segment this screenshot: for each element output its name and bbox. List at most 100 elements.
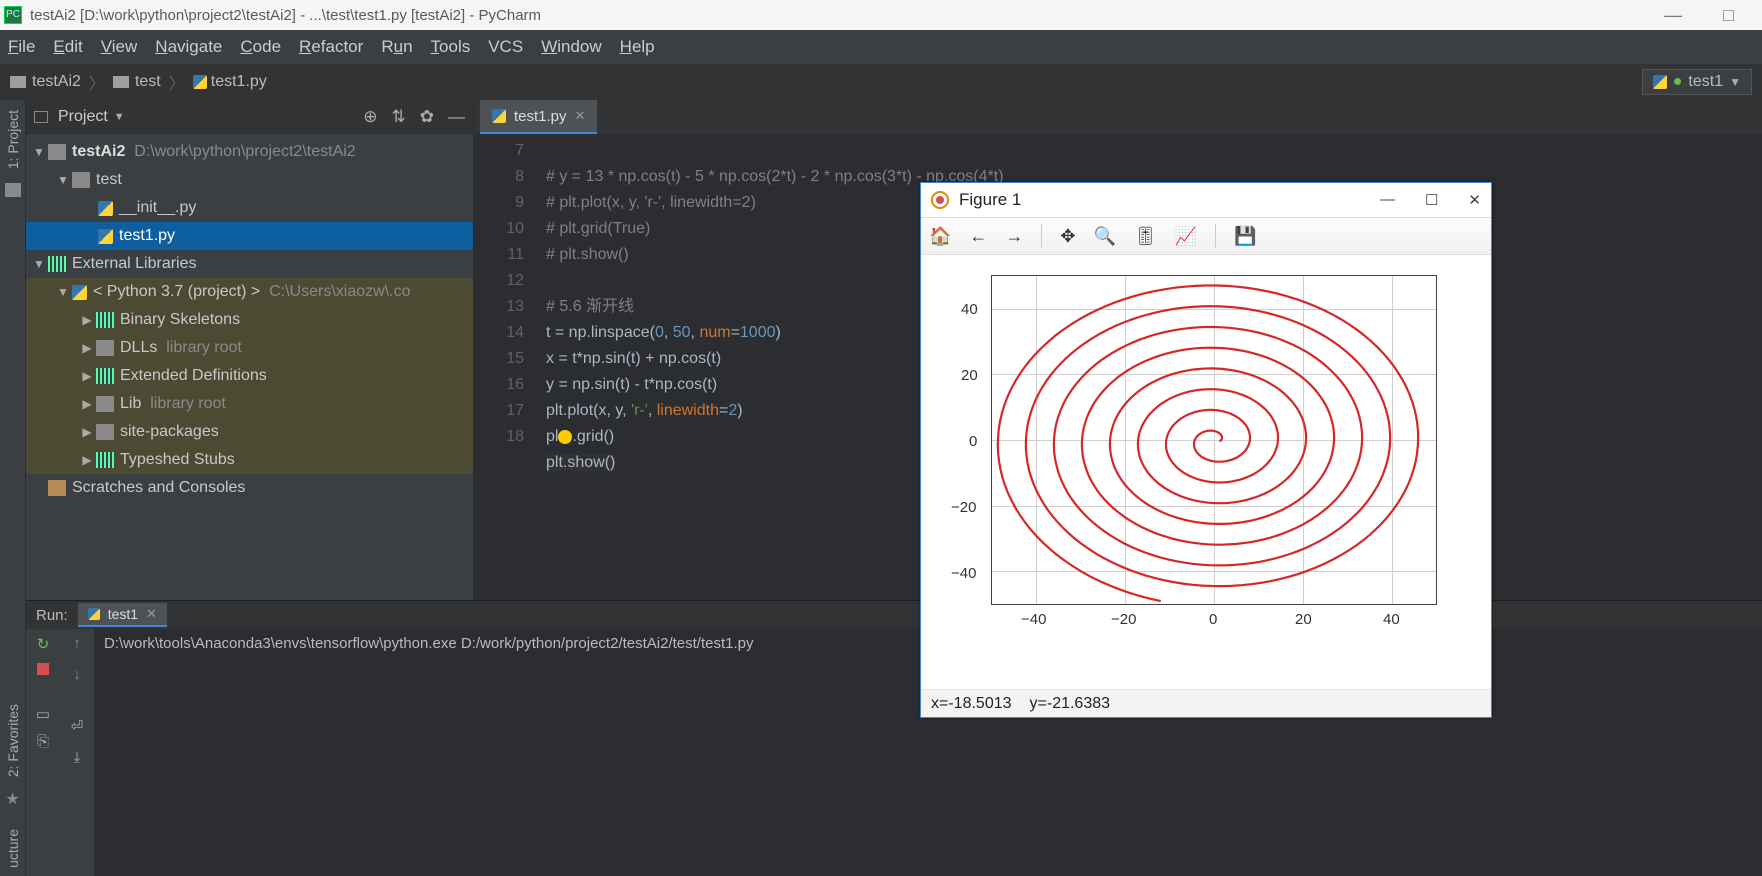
locate-icon[interactable]: ⊕ — [363, 107, 377, 127]
configure-icon[interactable]: 🎚 — [1134, 226, 1157, 247]
ytick: −40 — [951, 565, 976, 582]
chevron-down-icon: ▼ — [1729, 75, 1741, 89]
python-icon — [88, 608, 100, 620]
run-configuration-selector[interactable]: ● test1 ▼ — [1642, 69, 1752, 95]
menu-vcs[interactable]: VCS — [488, 37, 523, 57]
soft-wrap-icon[interactable]: ⏎ — [71, 717, 84, 735]
folder-icon — [113, 76, 129, 88]
menu-refactor[interactable]: Refactor — [299, 37, 363, 57]
back-icon[interactable]: ← — [969, 226, 987, 247]
scratches-icon — [48, 480, 66, 496]
close-tab-icon[interactable]: ✕ — [146, 606, 157, 622]
pan-icon[interactable]: ✥ — [1060, 226, 1075, 247]
run-tab-test1[interactable]: test1 ✕ — [78, 603, 167, 627]
xtick: 0 — [1209, 611, 1217, 628]
tool-window-project[interactable]: 1: Project — [5, 106, 21, 173]
tree-scratches[interactable]: Scratches and Consoles — [26, 474, 473, 502]
star-icon[interactable]: ★ — [5, 789, 19, 809]
tree-external-libraries[interactable]: External Libraries — [26, 250, 473, 278]
project-pane-title[interactable]: Project ▼ — [58, 108, 125, 126]
stop-icon[interactable] — [37, 663, 49, 675]
python-file-icon — [492, 109, 506, 123]
menu-navigate[interactable]: Navigate — [155, 37, 222, 57]
spiral-line — [992, 276, 1438, 606]
menu-run[interactable]: Run — [381, 37, 412, 57]
folder-stripe-icon[interactable] — [5, 183, 21, 197]
tool-window-structure[interactable]: ucture — [5, 825, 21, 872]
tree-extended-definitions[interactable]: Extended Definitions — [26, 362, 473, 390]
maximize-icon[interactable]: ☐ — [1425, 191, 1438, 209]
menu-code[interactable]: Code — [240, 37, 281, 57]
library-icon — [96, 452, 114, 468]
run-toolbar-left: ↻ ▭ ⎘ — [26, 629, 60, 876]
minimize-icon[interactable]: — — [1380, 191, 1395, 209]
rerun-icon[interactable]: ↻ — [37, 635, 50, 653]
left-gutter: 1: Project 2: Favorites ★ ucture — [0, 100, 26, 876]
tool-window-favorites[interactable]: 2: Favorites — [5, 700, 21, 781]
axes-icon[interactable]: 📈 — [1175, 226, 1197, 247]
pin-icon[interactable]: ⎘ — [37, 733, 49, 750]
menu-tools[interactable]: Tools — [431, 37, 471, 57]
menu-file[interactable]: File — [8, 37, 35, 57]
menu-edit[interactable]: Edit — [53, 37, 82, 57]
xtick: −40 — [1021, 611, 1046, 628]
tree-file-init[interactable]: __init__.py — [26, 194, 473, 222]
up-icon[interactable]: ↑ — [73, 635, 81, 652]
xtick: 20 — [1295, 611, 1312, 628]
breadcrumb-file[interactable]: test1.py — [211, 73, 267, 91]
ytick: 40 — [961, 301, 978, 318]
zoom-icon[interactable]: 🔍 — [1094, 226, 1116, 247]
breadcrumb-folder[interactable]: test — [135, 73, 161, 91]
scroll-to-end-icon[interactable]: ⤓ — [74, 749, 81, 766]
figure-statusbar: x=-18.5013 y=-21.6383 — [921, 689, 1491, 717]
window-titlebar: PC testAi2 [D:\work\python\project2\test… — [0, 0, 1762, 30]
chevron-right-icon: 〉 — [89, 70, 105, 94]
figure-titlebar[interactable]: Figure 1 — ☐ ✕ — [921, 183, 1491, 217]
editor-tab-test1[interactable]: test1.py ✕ — [480, 100, 597, 134]
close-icon[interactable]: ✕ — [1468, 191, 1481, 209]
python-icon — [1653, 75, 1667, 89]
tree-folder-test[interactable]: test — [26, 166, 473, 194]
run-active-icon: ● — [1673, 73, 1683, 91]
figure-window[interactable]: Figure 1 — ☐ ✕ 🏠 ← → ✥ 🔍 🎚 📈 💾 — [920, 182, 1492, 718]
tree-dlls[interactable]: DLLs library root — [26, 334, 473, 362]
hide-icon[interactable]: — — [448, 107, 465, 127]
window-controls[interactable]: — □ — [1664, 5, 1752, 26]
layout-icon[interactable]: ▭ — [36, 705, 50, 723]
chevron-down-icon: ▼ — [114, 111, 125, 123]
gear-icon[interactable]: ✿ — [420, 107, 434, 127]
tree-root[interactable]: testAi2 D:\work\python\project2\testAi2 — [26, 138, 473, 166]
tree-site-packages[interactable]: site-packages — [26, 418, 473, 446]
folder-icon — [96, 424, 114, 440]
run-label: Run: — [36, 607, 68, 624]
menu-help[interactable]: Help — [620, 37, 655, 57]
project-tree[interactable]: testAi2 D:\work\python\project2\testAi2 … — [26, 134, 473, 600]
folder-icon — [96, 340, 114, 356]
xtick: −20 — [1111, 611, 1136, 628]
library-icon — [48, 256, 66, 272]
tree-binary-skeletons[interactable]: Binary Skeletons — [26, 306, 473, 334]
tree-typeshed[interactable]: Typeshed Stubs — [26, 446, 473, 474]
forward-icon[interactable]: → — [1005, 226, 1023, 247]
python-file-icon — [193, 75, 207, 89]
ytick: −20 — [951, 499, 976, 516]
tree-file-test1[interactable]: test1.py — [26, 222, 473, 250]
cursor-x: x=-18.5013 — [931, 695, 1012, 713]
breadcrumb-root[interactable]: testAi2 — [32, 73, 81, 91]
save-icon[interactable]: 💾 — [1234, 226, 1256, 247]
divider — [1215, 224, 1216, 248]
menu-view[interactable]: View — [101, 37, 138, 57]
menu-window[interactable]: Window — [541, 37, 601, 57]
intention-bulb-icon[interactable] — [558, 430, 572, 444]
home-icon[interactable]: 🏠 — [929, 226, 951, 247]
tree-lib[interactable]: Lib library root — [26, 390, 473, 418]
tree-python37[interactable]: < Python 3.7 (project) > C:\Users\xiaozw… — [26, 278, 473, 306]
python-file-icon — [98, 229, 113, 244]
down-icon[interactable]: ↓ — [73, 666, 81, 683]
line-number-gutter: 789101112131415161718 — [474, 134, 534, 600]
collapse-icon[interactable]: ⇅ — [392, 107, 406, 127]
close-tab-icon[interactable]: ✕ — [575, 108, 586, 124]
plot-canvas[interactable]: 40 20 0 −20 −40 −40 −20 0 20 40 — [921, 255, 1491, 689]
matplotlib-icon — [931, 191, 949, 209]
run-tool-window: Run: test1 ✕ ↻ ▭ ⎘ ↑ ↓ ⏎ ⤓ — [26, 600, 1762, 876]
